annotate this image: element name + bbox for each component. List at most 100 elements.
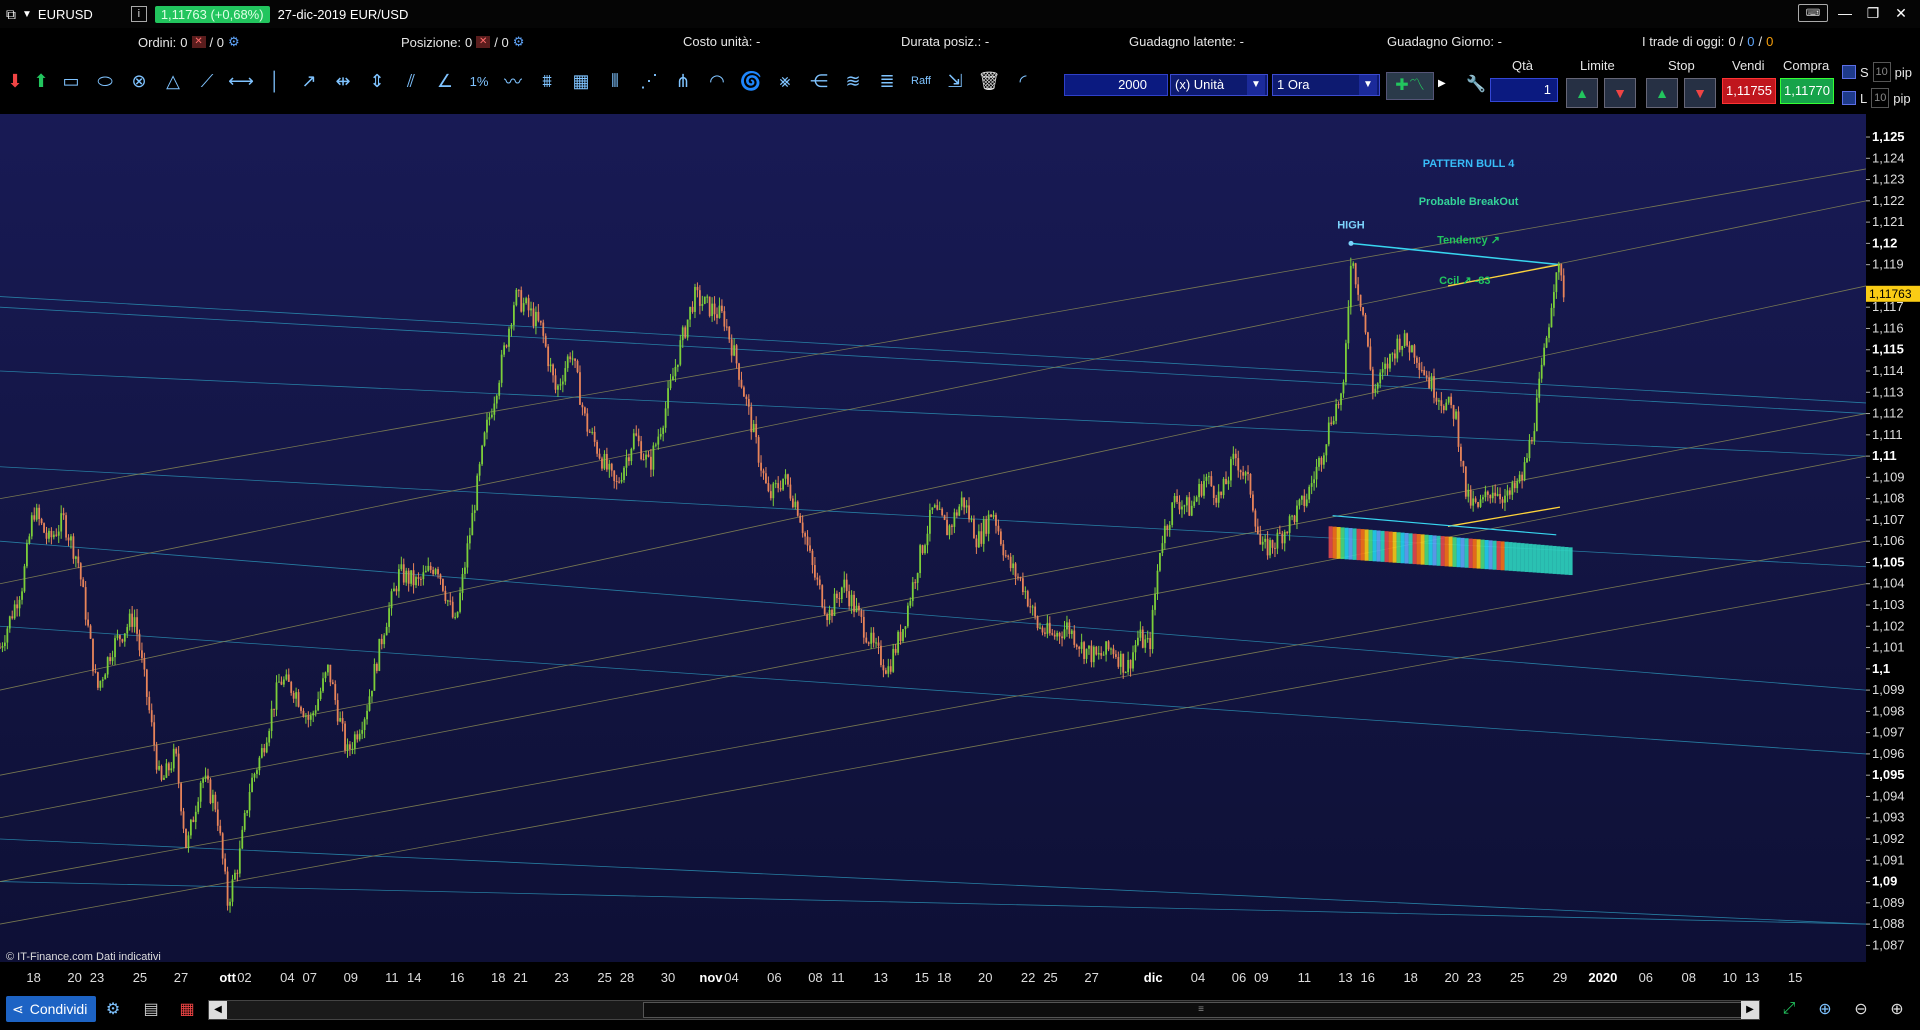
- stop-pip-checkbox[interactable]: [1842, 65, 1856, 79]
- trend-line[interactable]: [0, 838, 1867, 925]
- close-button[interactable]: ✕: [1890, 4, 1912, 22]
- limit-pip-input[interactable]: 10: [1871, 88, 1890, 108]
- horizontal-line-tool-icon[interactable]: ⟷: [226, 66, 256, 96]
- trend-line[interactable]: [0, 168, 1867, 500]
- cross-lines-tool-icon[interactable]: ⨳: [770, 66, 800, 96]
- buy-button[interactable]: 1,11770: [1780, 78, 1834, 104]
- minimize-button[interactable]: —: [1834, 4, 1856, 22]
- scroll-left-arrow-icon[interactable]: ◀: [209, 1001, 227, 1019]
- buy-arrow-icon[interactable]: ⬆: [30, 66, 52, 96]
- share-button[interactable]: ⋖ Condividi: [6, 996, 96, 1022]
- horizontal-scrollbar[interactable]: ◀ ≡ ▶: [208, 1000, 1760, 1020]
- scroll-thumb[interactable]: ≡: [643, 1002, 1759, 1018]
- speed-lines-tool-icon[interactable]: ◜: [1008, 66, 1038, 96]
- trend-line[interactable]: [0, 540, 1867, 691]
- unit-select[interactable]: (x) Unità ▼: [1170, 74, 1268, 96]
- stop-pip-input[interactable]: 10: [1872, 62, 1891, 82]
- stop-sell-button[interactable]: ▼: [1684, 78, 1716, 108]
- trendline-tool-icon[interactable]: ⟋: [192, 66, 222, 96]
- cancel-orders-icon[interactable]: ✕: [191, 36, 206, 48]
- trend-line[interactable]: [0, 370, 1867, 457]
- candle-body: [823, 606, 826, 615]
- vertical-line-tool-icon[interactable]: │: [260, 66, 290, 96]
- candle-body: [652, 445, 655, 470]
- wrench-icon[interactable]: 🔧: [1464, 74, 1488, 98]
- candle-body: [207, 775, 209, 780]
- limit-sell-button[interactable]: ▼: [1604, 78, 1636, 108]
- vertical-segment-tool-icon[interactable]: ⇕: [362, 66, 392, 96]
- stop-buy-button[interactable]: ▲: [1646, 78, 1678, 108]
- trend-line[interactable]: [0, 466, 1867, 568]
- trend-line[interactable]: [0, 455, 1867, 819]
- sell-button[interactable]: 1,11755: [1722, 78, 1776, 104]
- candle-body: [427, 565, 430, 571]
- qta-input[interactable]: 1: [1490, 78, 1558, 102]
- candle-body: [500, 354, 503, 383]
- zoom-in-icon[interactable]: ⊕: [1884, 996, 1910, 1022]
- info-button[interactable]: i: [130, 6, 147, 22]
- zoom-out-icon[interactable]: ⊖: [1848, 996, 1874, 1022]
- trend-line[interactable]: [0, 296, 1867, 404]
- restore-button[interactable]: ❐: [1862, 4, 1884, 22]
- spiral-tool-icon[interactable]: 🌀: [736, 66, 766, 96]
- channel-tool-icon[interactable]: ⫽: [396, 66, 426, 96]
- grid-tool-icon[interactable]: ▦: [566, 66, 596, 96]
- trend-line[interactable]: [0, 306, 1867, 414]
- timeframe-select[interactable]: 1 Ora ▼: [1272, 74, 1380, 96]
- sell-arrow-icon[interactable]: ⬇: [4, 66, 26, 96]
- arc-tool-icon[interactable]: ◠: [702, 66, 732, 96]
- ellipse-tool-icon[interactable]: ⬭: [90, 66, 120, 96]
- candles-style-icon[interactable]: ▦: [174, 996, 200, 1022]
- quantity-input[interactable]: 2000: [1064, 74, 1168, 96]
- scroll-right-arrow-icon[interactable]: ▶: [1741, 1001, 1759, 1019]
- pitchfork-tool-icon[interactable]: ⋔: [668, 66, 698, 96]
- fib-retracement-tool-icon[interactable]: ≣: [872, 66, 902, 96]
- date-tick-label: 10: [1723, 970, 1737, 985]
- rectangle-tool-icon[interactable]: ▭: [56, 66, 86, 96]
- trend-line[interactable]: [0, 540, 1867, 882]
- gear-icon[interactable]: ⚙: [513, 34, 525, 50]
- trend-line[interactable]: [0, 413, 1867, 776]
- limit-pip-checkbox[interactable]: [1842, 91, 1856, 105]
- regression-tool-icon[interactable]: ⩩: [532, 66, 562, 96]
- trend-line[interactable]: [0, 200, 1867, 585]
- candle-body: [1523, 462, 1526, 481]
- candle-body: [681, 327, 684, 341]
- trend-line[interactable]: [0, 625, 1867, 755]
- raff-tool-icon[interactable]: Raff: [906, 66, 936, 96]
- gann-lines-tool-icon[interactable]: ⦀: [600, 66, 630, 96]
- fibonacci-fan-tool-icon[interactable]: ⋲: [804, 66, 834, 96]
- fan-tool-icon[interactable]: ⋰: [634, 66, 664, 96]
- template-icon[interactable]: ▤: [138, 996, 164, 1022]
- trend-line[interactable]: [0, 285, 1867, 691]
- breakout-zone-stripe: [1356, 528, 1361, 561]
- ray-tool-icon[interactable]: ↗: [294, 66, 324, 96]
- trash-icon[interactable]: 🗑: [974, 66, 1004, 96]
- support-line[interactable]: [1447, 506, 1561, 527]
- measure-tool-icon[interactable]: ⇲: [940, 66, 970, 96]
- trend-line[interactable]: [0, 881, 1867, 925]
- autoscale-icon[interactable]: ⤢: [1776, 996, 1802, 1022]
- candle-body: [975, 538, 978, 548]
- circle-cross-tool-icon[interactable]: ⊗: [124, 66, 154, 96]
- close-positions-icon[interactable]: ✕: [476, 36, 491, 48]
- zoom-fit-icon[interactable]: ⊕: [1812, 996, 1838, 1022]
- elliott-tool-icon[interactable]: ≋: [838, 66, 868, 96]
- candle-body: [38, 507, 41, 519]
- symbol-selector[interactable]: ⧉ ▼ EURUSD: [6, 6, 93, 23]
- keyboard-icon[interactable]: ⌨: [1798, 4, 1828, 22]
- zigzag-tool-icon[interactable]: 〰: [498, 66, 528, 96]
- chart-canvas[interactable]: PATTERN BULL 4 Probable BreakOut Tendency …: [0, 114, 1920, 962]
- gear-icon[interactable]: ⚙: [228, 34, 240, 50]
- indicators-button[interactable]: ✚〽: [1386, 72, 1434, 100]
- trend-line[interactable]: [0, 583, 1867, 925]
- extended-line-tool-icon[interactable]: ⇹: [328, 66, 358, 96]
- angle-tool-icon[interactable]: ∠: [430, 66, 460, 96]
- limit-buy-button[interactable]: ▲: [1566, 78, 1598, 108]
- candle-body: [512, 305, 515, 325]
- percent-tool-icon[interactable]: 1%: [464, 66, 494, 96]
- triangle-tool-icon[interactable]: △: [158, 66, 188, 96]
- price-chart[interactable]: PATTERN BULL 4 Probable BreakOut Tendency …: [0, 114, 1920, 962]
- expand-arrow-icon[interactable]: ▶: [1438, 78, 1446, 89]
- chart-settings-icon[interactable]: ⚙: [100, 996, 126, 1022]
